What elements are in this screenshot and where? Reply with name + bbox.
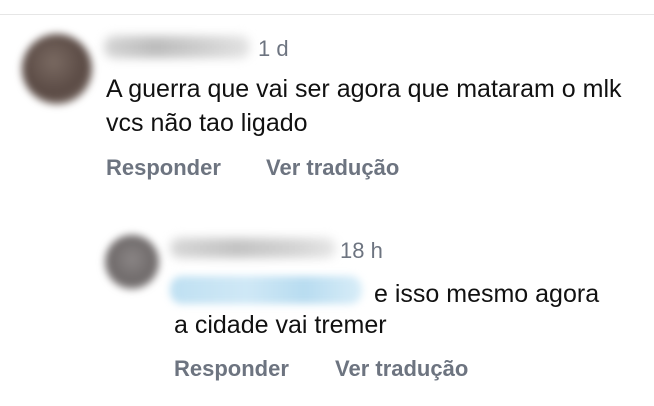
reply-timestamp: 18 h xyxy=(340,238,383,263)
see-translation-button[interactable]: Ver tradução xyxy=(266,155,399,181)
avatar[interactable] xyxy=(105,235,159,289)
comment-timestamp: 1 d xyxy=(258,36,289,61)
reply-text-line-1: e isso mesmo agora xyxy=(374,280,600,308)
reply-button[interactable]: Responder xyxy=(174,356,289,382)
comment-text: A guerra que vai ser agora que mataram o… xyxy=(106,75,622,137)
top-divider xyxy=(0,14,654,15)
username-blurred[interactable] xyxy=(104,36,250,58)
mention-blurred[interactable] xyxy=(170,276,362,304)
see-translation-button[interactable]: Ver tradução xyxy=(335,356,468,382)
reply-text-line-2: a cidade vai tremer xyxy=(174,311,387,339)
avatar[interactable] xyxy=(22,34,92,104)
reply-button[interactable]: Responder xyxy=(106,155,221,181)
username-blurred[interactable] xyxy=(170,238,336,258)
